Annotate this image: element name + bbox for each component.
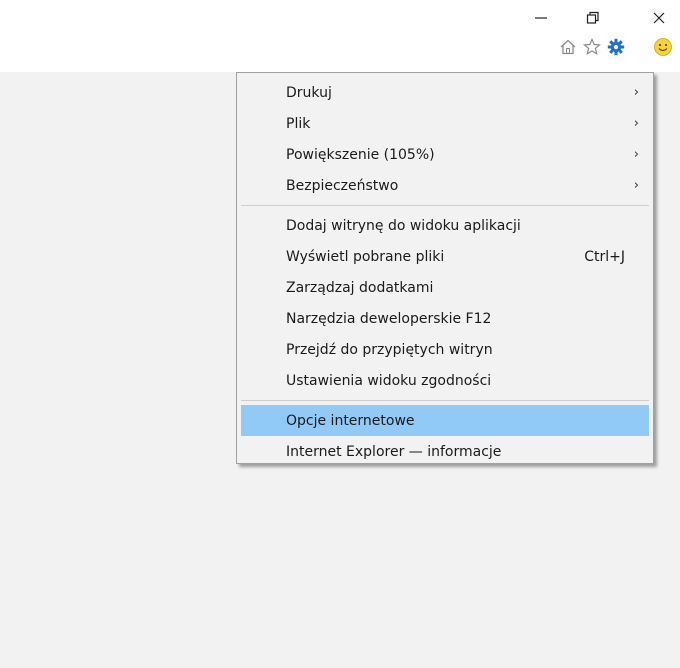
menu-item-file[interactable]: Plik › — [241, 108, 649, 139]
chevron-right-icon: › — [633, 85, 639, 100]
menu-item-compatibility-view[interactable]: Ustawienia widoku zgodności — [241, 365, 649, 396]
menu-item-label: Internet Explorer — informacje — [286, 443, 502, 460]
home-button[interactable] — [557, 38, 579, 60]
tools-button[interactable] — [605, 38, 627, 60]
chevron-right-icon: › — [633, 116, 639, 131]
menu-item-print[interactable]: Drukuj › — [241, 77, 649, 108]
menu-item-view-downloads[interactable]: Wyświetl pobrane pliki Ctrl+J — [241, 241, 649, 272]
menu-item-add-site-to-apps[interactable]: Dodaj witrynę do widoku aplikacji — [241, 210, 649, 241]
feedback-button[interactable] — [652, 38, 674, 60]
minimize-button[interactable] — [527, 8, 555, 30]
menu-item-pinned-sites[interactable]: Przejdź do przypiętych witryn — [241, 334, 649, 365]
menu-item-label: Powiększenie (105%) — [286, 146, 435, 163]
menu-separator — [241, 400, 649, 401]
menu-separator — [241, 205, 649, 206]
menu-item-developer-tools[interactable]: Narzędzia deweloperskie F12 — [241, 303, 649, 334]
menu-item-label: Bezpieczeństwo — [286, 177, 399, 194]
keyboard-shortcut: Ctrl+J — [584, 248, 625, 265]
menu-item-zoom[interactable]: Powiększenie (105%) › — [241, 139, 649, 170]
restore-icon — [586, 10, 600, 29]
close-button[interactable] — [645, 8, 673, 30]
menu-item-label: Plik — [286, 115, 311, 132]
tools-gear-icon — [607, 38, 625, 60]
menu-item-label: Dodaj witrynę do widoku aplikacji — [286, 217, 521, 234]
close-icon — [652, 10, 666, 29]
menu-item-label: Wyświetl pobrane pliki — [286, 248, 445, 265]
title-bar — [0, 0, 680, 72]
smiley-feedback-icon — [653, 37, 673, 61]
menu-item-label: Drukuj — [286, 84, 332, 101]
favorites-star-icon — [583, 38, 601, 60]
menu-item-about-ie[interactable]: Internet Explorer — informacje — [241, 436, 649, 467]
home-icon — [559, 38, 577, 60]
menu-item-label: Zarządzaj dodatkami — [286, 279, 434, 296]
menu-item-label: Przejdź do przypiętych witryn — [286, 341, 493, 358]
menu-item-label: Narzędzia deweloperskie F12 — [286, 310, 492, 327]
chevron-right-icon: › — [633, 147, 639, 162]
tools-menu: Drukuj › Plik › Powiększenie (105%) › Be… — [236, 72, 654, 464]
menu-item-label: Ustawienia widoku zgodności — [286, 372, 492, 389]
chevron-right-icon: › — [633, 178, 639, 193]
minimize-icon — [534, 10, 548, 29]
restore-button[interactable] — [579, 8, 607, 30]
favorites-button[interactable] — [581, 38, 603, 60]
menu-item-internet-options[interactable]: Opcje internetowe — [241, 405, 649, 436]
menu-item-manage-addons[interactable]: Zarządzaj dodatkami — [241, 272, 649, 303]
menu-item-label: Opcje internetowe — [286, 412, 415, 429]
menu-item-safety[interactable]: Bezpieczeństwo › — [241, 170, 649, 201]
